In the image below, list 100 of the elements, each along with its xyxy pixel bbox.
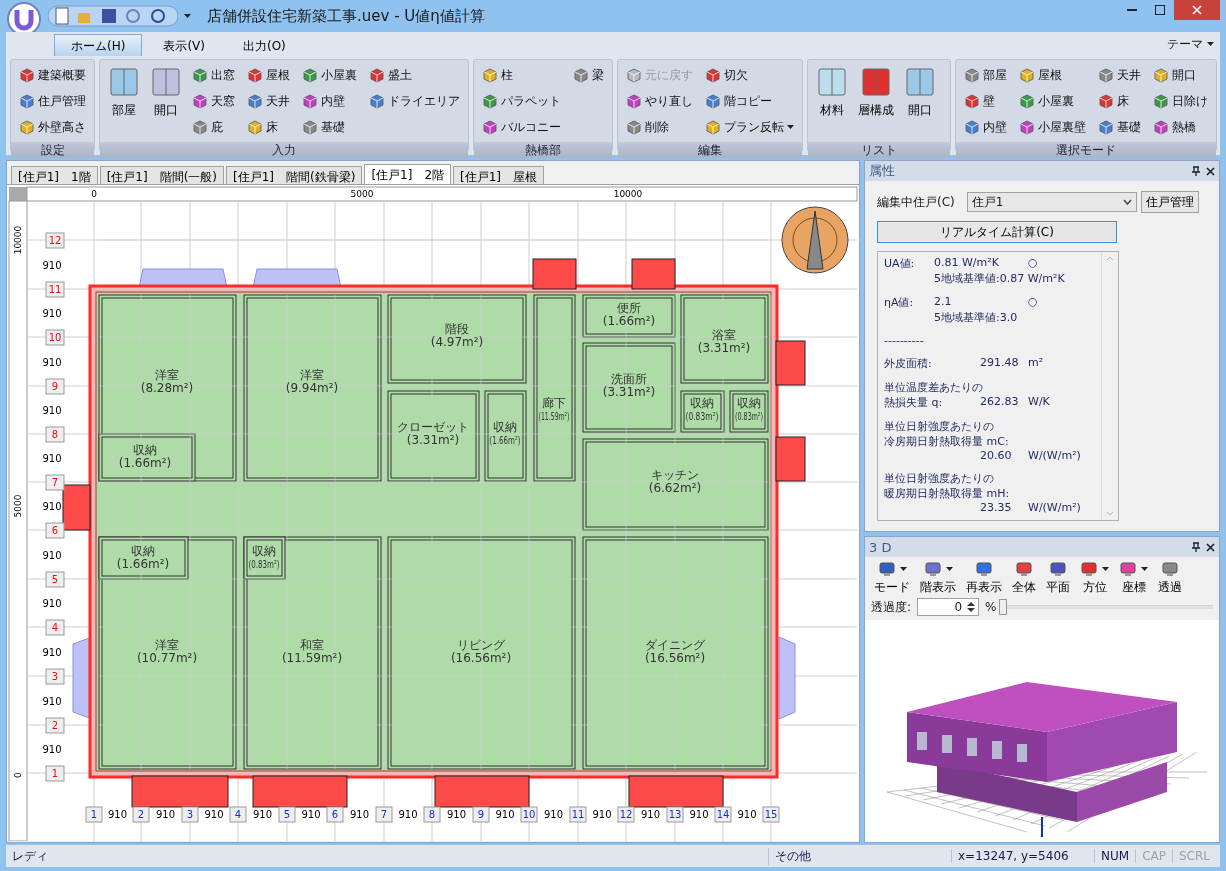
theme-menu-label[interactable]: テーマ bbox=[1167, 35, 1203, 53]
ribbon-button[interactable]: 建築概要 bbox=[17, 62, 88, 88]
ribbon-button[interactable]: 出窓 bbox=[190, 62, 237, 88]
calculate-button[interactable]: リアルタイム計算(C) bbox=[877, 221, 1117, 243]
ribbon-button[interactable]: 天井 bbox=[245, 88, 292, 114]
grid-marker[interactable]: 9 bbox=[45, 378, 65, 395]
grid-marker[interactable]: 10 bbox=[45, 329, 65, 346]
ribbon-button[interactable]: 床 bbox=[1096, 88, 1143, 114]
ribbon-button[interactable]: 削除 bbox=[624, 114, 695, 140]
toolbar-button[interactable]: 座標 bbox=[1116, 561, 1151, 596]
grid-marker[interactable]: 8 bbox=[423, 806, 441, 823]
ribbon-button[interactable]: 熱橋 bbox=[1151, 114, 1210, 140]
toolbar-button[interactable]: 透過 bbox=[1155, 561, 1185, 596]
ribbon-button[interactable]: 小屋裏壁 bbox=[1017, 114, 1088, 140]
grid-marker[interactable]: 12 bbox=[45, 232, 65, 249]
toolbar-button[interactable]: 再表示 bbox=[963, 561, 1005, 596]
ribbon-button[interactable]: 内壁 bbox=[300, 88, 359, 114]
ribbon-button[interactable]: プラン反転 bbox=[703, 114, 796, 140]
ribbon-button[interactable]: 外壁高さ bbox=[17, 114, 88, 140]
close-icon[interactable] bbox=[1206, 542, 1215, 552]
toolbar-button[interactable]: 方位 bbox=[1077, 561, 1112, 596]
cube-icon bbox=[369, 67, 385, 83]
group-title: 熱橋部 bbox=[474, 142, 612, 158]
toolbar-button[interactable]: 平面 bbox=[1043, 561, 1073, 596]
grid-marker[interactable]: 8 bbox=[45, 426, 65, 443]
grid-marker[interactable]: 5 bbox=[278, 806, 296, 823]
room-name: キッチン bbox=[651, 468, 699, 482]
ribbon-button[interactable]: 切欠 bbox=[703, 62, 796, 88]
toolbar-button[interactable]: 全体 bbox=[1009, 561, 1039, 596]
document-tab[interactable]: [住戸1] 屋根 bbox=[453, 166, 545, 184]
grid-marker[interactable]: 5 bbox=[45, 571, 65, 588]
dwelling-select[interactable]: 住戸1 bbox=[966, 192, 1137, 212]
document-tab[interactable]: [住戸1] 階間(一般) bbox=[99, 166, 224, 184]
ribbon-button[interactable]: 階コピー bbox=[703, 88, 796, 114]
grid-marker[interactable]: 11 bbox=[45, 281, 65, 298]
ribbon-button[interactable]: 屋根 bbox=[245, 62, 292, 88]
ribbon-button[interactable]: 部屋 bbox=[106, 62, 142, 140]
ribbon-button[interactable]: 小屋裏 bbox=[300, 62, 359, 88]
ribbon-button[interactable]: 内壁 bbox=[962, 114, 1009, 140]
ribbon-button[interactable]: 床 bbox=[245, 114, 292, 140]
window-opening bbox=[775, 436, 806, 482]
grid-marker[interactable]: 3 bbox=[45, 668, 65, 685]
ribbon-button[interactable]: 梁 bbox=[571, 62, 606, 88]
ribbon-button[interactable]: 天窓 bbox=[190, 88, 237, 114]
ribbon-button[interactable]: 小屋裏 bbox=[1017, 88, 1088, 114]
grid-marker[interactable]: 15 bbox=[762, 806, 780, 823]
grid-marker[interactable]: 10 bbox=[520, 806, 538, 823]
ribbon-button[interactable]: パラペット bbox=[480, 88, 563, 114]
ribbon-button[interactable]: 開口 bbox=[902, 62, 938, 140]
transparency-spinner[interactable]: 0 bbox=[917, 598, 980, 616]
grid-marker[interactable]: 1 bbox=[85, 806, 103, 823]
grid-marker[interactable]: 7 bbox=[45, 474, 65, 491]
document-tab[interactable]: [住戸1] 階間(鉄骨梁) bbox=[226, 166, 363, 184]
ribbon-button[interactable]: 壁 bbox=[962, 88, 1009, 114]
judgement-mark: ○ bbox=[1028, 295, 1038, 310]
ribbon-button[interactable]: 材料 bbox=[814, 62, 850, 140]
document-tab[interactable]: [住戸1] 2階 bbox=[364, 164, 452, 184]
manage-button[interactable]: 住戸管理 bbox=[1140, 191, 1199, 213]
ribbon-button[interactable]: 基礎 bbox=[300, 114, 359, 140]
grid-marker[interactable]: 6 bbox=[326, 806, 344, 823]
toolbar-button[interactable]: モード bbox=[871, 561, 913, 596]
grid-marker[interactable]: 12 bbox=[617, 806, 635, 823]
ribbon-button[interactable]: 柱 bbox=[480, 62, 563, 88]
room-name: 収納 bbox=[131, 544, 155, 558]
pin-icon[interactable] bbox=[1192, 166, 1200, 176]
ribbon-tab[interactable]: 表示(V) bbox=[146, 34, 222, 56]
grid-marker[interactable]: 7 bbox=[375, 806, 393, 823]
grid-marker[interactable]: 4 bbox=[45, 619, 65, 636]
grid-marker[interactable]: 4 bbox=[229, 806, 247, 823]
grid-marker[interactable]: 3 bbox=[181, 806, 199, 823]
grid-marker[interactable]: 14 bbox=[714, 806, 732, 823]
grid-marker[interactable]: 6 bbox=[45, 522, 65, 539]
cube-icon bbox=[302, 119, 318, 135]
grid-marker[interactable]: 9 bbox=[472, 806, 490, 823]
ribbon-button[interactable]: 開口 bbox=[1151, 62, 1210, 88]
grid-marker[interactable]: 2 bbox=[45, 717, 65, 734]
ribbon-button[interactable]: 屋根 bbox=[1017, 62, 1088, 88]
close-icon[interactable] bbox=[1206, 166, 1215, 176]
grid-marker[interactable]: 13 bbox=[666, 806, 684, 823]
pin-icon[interactable] bbox=[1192, 542, 1200, 552]
ribbon-button[interactable]: 盛土 bbox=[367, 62, 462, 88]
ribbon-button[interactable]: 部屋 bbox=[962, 62, 1009, 88]
document-tab[interactable]: [住戸1] 1階 bbox=[11, 166, 98, 184]
ribbon-button[interactable]: 天井 bbox=[1096, 62, 1143, 88]
toolbar-button[interactable]: 階表示 bbox=[917, 561, 959, 596]
ribbon-button[interactable]: 庇 bbox=[190, 114, 237, 140]
ribbon-button[interactable]: 開口 bbox=[148, 62, 184, 140]
ribbon-button[interactable]: ドライエリア bbox=[367, 88, 462, 114]
ribbon-button[interactable]: 日除け bbox=[1151, 88, 1210, 114]
ribbon-tab[interactable]: 出力(O) bbox=[225, 34, 303, 56]
ribbon-button[interactable]: やり直し bbox=[624, 88, 695, 114]
ribbon-button[interactable]: 住戸管理 bbox=[17, 88, 88, 114]
ribbon-button[interactable]: 層構成 bbox=[856, 62, 896, 140]
ribbon-button[interactable]: 基礎 bbox=[1096, 114, 1143, 140]
grid-marker[interactable]: 2 bbox=[132, 806, 150, 823]
grid-marker[interactable]: 1 bbox=[45, 765, 65, 782]
ribbon-tab[interactable]: ホーム(H) bbox=[54, 34, 143, 56]
ribbon-button[interactable]: バルコニー bbox=[480, 114, 563, 140]
panel-title: 属性 bbox=[869, 162, 896, 180]
grid-marker[interactable]: 11 bbox=[569, 806, 587, 823]
